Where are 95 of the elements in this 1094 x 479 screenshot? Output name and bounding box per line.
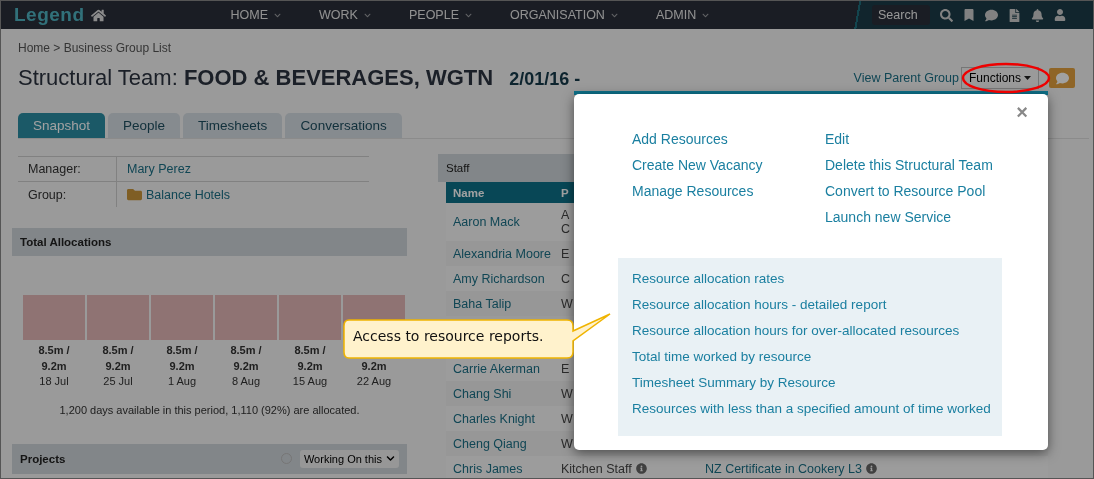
staff-name[interactable]: Alexandria Moore (446, 243, 558, 264)
nav-menu-item[interactable]: ADMIN (636, 8, 729, 22)
manager-link[interactable]: Mary Perez (127, 162, 191, 176)
week-label: 15 Aug (292, 374, 328, 389)
allocation-used: 8.5m / (38, 343, 70, 358)
bell-icon[interactable] (1031, 8, 1044, 22)
chevron-icon (386, 454, 395, 463)
action-link[interactable]: Create New Vacancy (632, 156, 825, 174)
staff-name[interactable]: Carrie Akerman (446, 358, 558, 379)
staff-name[interactable]: Amy Richardson (446, 268, 558, 289)
nav-menu-item[interactable]: HOME (211, 8, 301, 22)
view-parent-group-link[interactable]: View Parent Group (853, 71, 959, 85)
report-link[interactable]: Resources with less than a specified amount of time worked (632, 400, 991, 418)
panel-title: Total Allocations (20, 236, 112, 248)
action-link[interactable]: Convert to Resource Pool (825, 182, 1018, 200)
table-cell-text: W (560, 410, 574, 428)
staff-name[interactable]: Aaron Mack (446, 203, 558, 241)
column-header: Name (452, 186, 486, 199)
staff-name[interactable]: Chris James (446, 458, 558, 478)
nav-menu-item[interactable]: ORGANISATION (491, 8, 637, 22)
allocation-bar (215, 295, 277, 340)
action-link[interactable]: Edit (825, 130, 1018, 148)
report-link[interactable]: Resource allocation rates (632, 270, 785, 288)
table-cell-text: E (560, 360, 571, 378)
allocation-summary: 1,200 days available in this period, 1,110 (92%) are allocated. (58, 403, 361, 416)
week-label: 22 Aug (356, 374, 392, 389)
chat-icon (1055, 71, 1069, 85)
tab[interactable]: People (108, 113, 181, 138)
app-logo[interactable]: Legend (14, 4, 85, 26)
panel-title: Staff (446, 162, 470, 174)
action-link[interactable]: Launch new Service (825, 208, 1018, 226)
close-button[interactable]: × (1010, 100, 1034, 125)
info-icon[interactable] (866, 463, 877, 474)
report-link[interactable]: Resource allocation hours - detailed report (632, 296, 887, 314)
field-label: Group: (18, 182, 117, 207)
allocation-used: 8.5m / (294, 343, 326, 358)
nav-menu-item[interactable]: PEOPLE (389, 8, 491, 22)
allocation-total: 9.2m (169, 358, 195, 374)
chat-icon[interactable] (985, 8, 998, 22)
action-link[interactable]: Manage Resources (632, 182, 825, 200)
allocation-bar (87, 295, 149, 340)
table-cell-text: W (560, 295, 574, 313)
report-link[interactable]: Resource allocation hours for over-allocated resources (632, 322, 960, 340)
panel-title: Projects (20, 452, 66, 465)
table-cell-text: C (560, 270, 572, 288)
staff-name[interactable]: Baha Talip (446, 293, 558, 314)
date-range: 2/01/16 - (509, 69, 581, 90)
callout-text: Access to resource reports. (353, 328, 544, 344)
report-link[interactable]: Timesheet Summary by Resource (632, 374, 836, 392)
search-icon[interactable] (940, 8, 953, 22)
table-cell-text: E (560, 245, 571, 263)
week-label: 25 Jul (103, 374, 133, 389)
table-cell: Kitchen Staff (558, 458, 698, 478)
report-link[interactable]: Total time worked by resource (632, 348, 812, 366)
table-cell-text: W (560, 385, 574, 403)
allocation-bar (279, 295, 341, 340)
allocation-total: 9.2m (233, 358, 259, 374)
action-link[interactable]: Add Resources (632, 130, 825, 148)
nav-menu-item[interactable]: WORK (300, 8, 390, 22)
filter-select[interactable]: Working On this (299, 449, 399, 468)
allocation-used: 8.5m / (166, 343, 198, 358)
breadcrumb: Home > Business Group List (18, 41, 173, 55)
caret-icon (1024, 76, 1031, 80)
allocation-total: 9.2m (105, 358, 131, 374)
allocation-total: 9.2m (361, 358, 387, 374)
tab[interactable]: Snapshot (18, 113, 106, 138)
info-icon[interactable] (635, 463, 647, 474)
column-header: P (560, 186, 570, 199)
allocation-total: 9.2m (297, 358, 323, 374)
field-label: Manager: (18, 157, 117, 181)
qualification-link[interactable]: NZ Certificate in Cookery L3 (698, 458, 998, 478)
week-label: 18 Jul (39, 374, 69, 389)
group-link[interactable]: Balance Hotels (146, 187, 231, 202)
page-title: Structural Team: FOOD & BEVERAGES, WGTN (18, 65, 494, 91)
user-icon[interactable] (1054, 9, 1066, 21)
search-field[interactable]: Search (872, 5, 930, 25)
allocation-total: 9.2m (41, 358, 67, 374)
tab[interactable]: Timesheets (183, 113, 283, 138)
tab[interactable]: Conversations (285, 113, 402, 138)
week-label: 1 Aug (167, 374, 197, 389)
staff-name[interactable]: Charles Knight (446, 408, 558, 429)
week-label: 8 Aug (231, 374, 261, 389)
table-cell-text: W (560, 435, 574, 453)
functions-button[interactable]: Functions (960, 67, 1039, 89)
allocation-bar (23, 295, 85, 340)
table-cell-text: A C (560, 207, 572, 238)
allocation-used: 8.5m / (102, 343, 134, 358)
document-icon[interactable] (1008, 8, 1021, 22)
home-icon[interactable] (90, 7, 106, 23)
allocation-used: 8.5m / (230, 343, 262, 358)
action-link[interactable]: Delete this Structural Team (825, 156, 1018, 174)
bookmark-icon[interactable] (963, 9, 975, 21)
allocation-bar (151, 295, 213, 340)
staff-name[interactable]: Cheng Qiang (446, 433, 558, 454)
staff-name[interactable]: Chang Shi (446, 383, 558, 404)
